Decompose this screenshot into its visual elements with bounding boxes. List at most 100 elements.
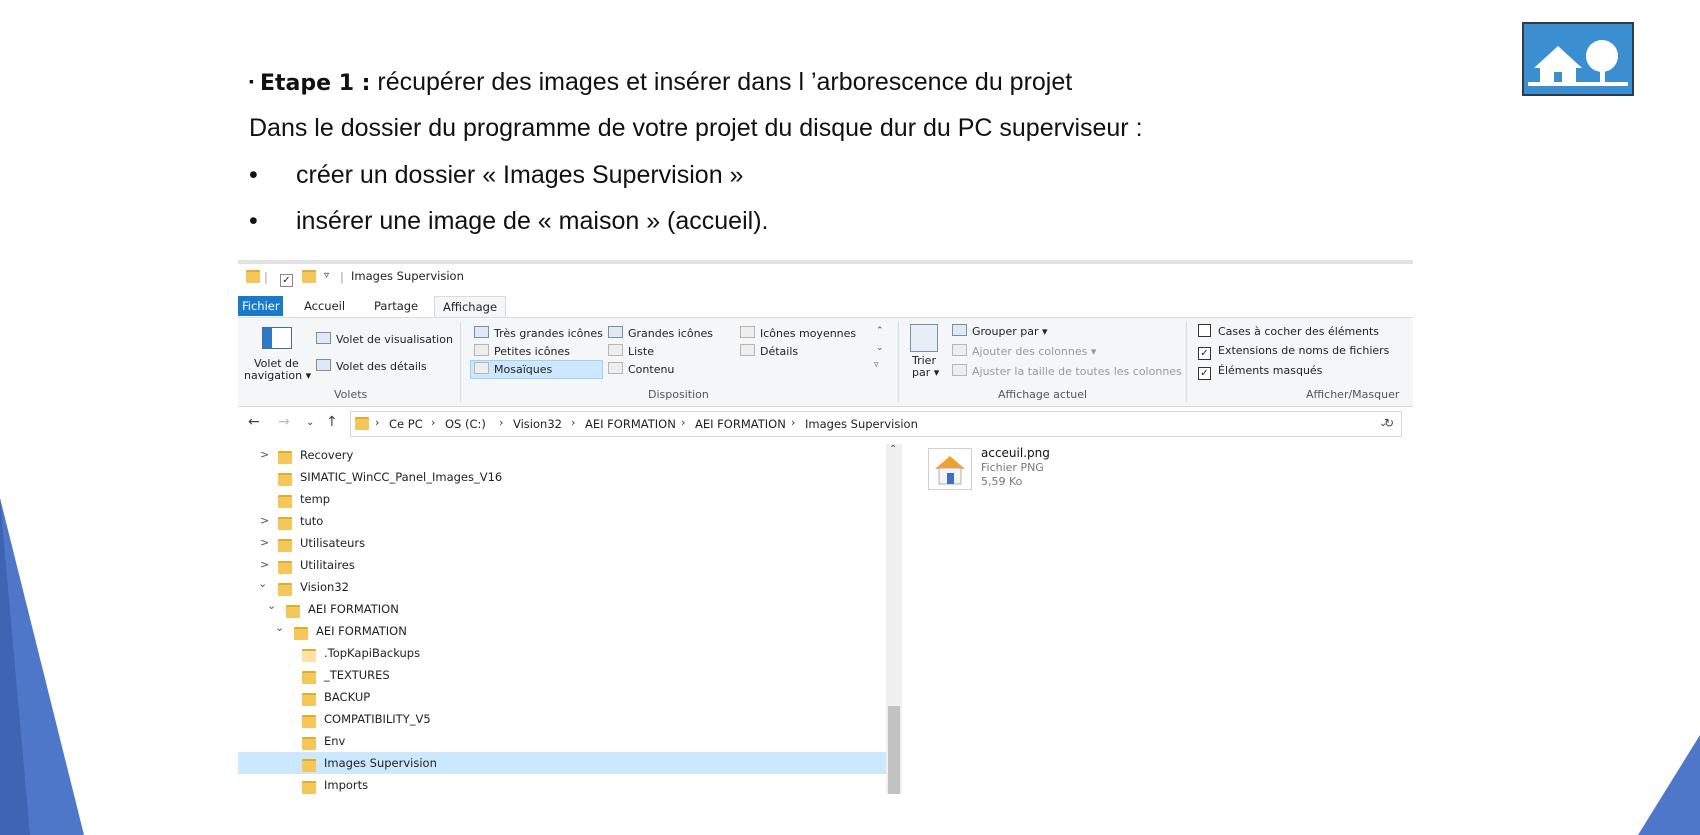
layout-list[interactable]: Liste [608, 344, 654, 358]
chevron-right-icon[interactable]: › [571, 416, 575, 429]
file-explorer-window: | ✓ ▿ | Images Supervision Fichier Accue… [238, 260, 1413, 799]
scroll-up-icon[interactable]: ⌃ [876, 326, 884, 336]
tree-item[interactable]: SIMATIC_WinCC_Panel_Images_V16 [238, 466, 886, 488]
layout-icon [474, 344, 489, 356]
sort-by-dropdown[interactable]: par ▾ [912, 366, 939, 379]
tree-item[interactable]: > Utilisateurs [238, 532, 886, 554]
bullet-dot-icon: • [249, 207, 258, 235]
up-arrow-icon[interactable]: ↑ [326, 414, 338, 430]
collapse-chevron-icon[interactable]: ⌄ [267, 595, 276, 617]
folder-icon [355, 417, 369, 433]
tree-item-label: .TopKapiBackups [324, 646, 421, 660]
layout-content[interactable]: Contenu [608, 362, 674, 376]
title-bar: | ✓ ▿ | Images Supervision [238, 264, 1413, 288]
bullet-text: créer un dossier « Images Supervision » [296, 161, 744, 189]
layout-icon [740, 344, 755, 356]
layout-details[interactable]: Détails [740, 344, 798, 358]
chevron-right-icon[interactable]: › [499, 416, 503, 429]
breadcrumb-aei-formation-2[interactable]: AEI FORMATION [695, 417, 786, 431]
breadcrumb-ce-pc[interactable]: Ce PC [389, 417, 423, 431]
layout-small-icons[interactable]: Petites icônes [474, 344, 570, 358]
chevron-right-icon[interactable]: › [431, 416, 435, 429]
scrollbar-thumb[interactable] [888, 706, 900, 794]
tree-item-label: Utilitaires [300, 558, 355, 572]
tree-item-label: Recovery [300, 448, 354, 462]
address-bar-row: ← → ⌄ ↑ › Ce PC › OS (C:) › Vision32 › A… [238, 411, 1413, 437]
chevron-right-icon[interactable]: › [681, 416, 685, 429]
collapse-chevron-icon[interactable]: ⌄ [275, 617, 284, 639]
file-name: acceuil.png [981, 446, 1050, 460]
recent-locations-chevron-icon[interactable]: ⌄ [306, 417, 314, 428]
tree-item[interactable]: COMPATIBILITY_V5 [238, 708, 886, 730]
tree-item-label: SIMATIC_WinCC_Panel_Images_V16 [300, 470, 503, 484]
tab-accueil[interactable]: Accueil [296, 296, 353, 316]
tree-item[interactable]: temp [238, 488, 886, 510]
tree-item[interactable]: > Recovery [238, 444, 886, 466]
bullet-item: • insérer une image de « maison » (accuei… [249, 207, 768, 236]
tree-item[interactable]: ⌄ AEI FORMATION [238, 598, 886, 620]
tree-item[interactable]: > Utilitaires [238, 554, 886, 576]
file-extensions-toggle[interactable]: ✓ Extensions de noms de fichiers [1198, 344, 1389, 360]
expand-chevron-icon[interactable]: > [260, 444, 269, 466]
layout-icon [740, 326, 755, 338]
preview-pane-button[interactable]: Volet de visualisation [316, 332, 453, 346]
layout-medium-icons[interactable]: Icônes moyennes [740, 326, 856, 340]
tree-item-label: Env [324, 734, 346, 748]
ribbon-divider [460, 322, 461, 402]
breadcrumb-aei-formation[interactable]: AEI FORMATION [585, 417, 676, 431]
tree-item[interactable]: Imports [238, 774, 886, 796]
layout-extra-large-icons[interactable]: Très grandes icônes [474, 326, 603, 340]
tree-item[interactable]: ⌄ AEI FORMATION [238, 620, 886, 642]
file-type: Fichier PNG [981, 461, 1044, 474]
tree-item[interactable]: > tuto [238, 510, 886, 532]
address-bar[interactable]: › Ce PC › OS (C:) › Vision32 › AEI FORMA… [350, 411, 1402, 437]
tree-item[interactable]: BACKUP [238, 686, 886, 708]
ribbon-tabs: Fichier Accueil Partage Affichage [238, 296, 1413, 317]
tree-item-label: AEI FORMATION [308, 602, 399, 616]
tree-item[interactable]: Env [238, 730, 886, 752]
group-label-affichage-actuel: Affichage actuel [998, 388, 1088, 401]
tab-affichage[interactable]: Affichage [434, 296, 507, 317]
item-checkboxes-toggle[interactable]: Cases à cocher des éléments [1198, 324, 1379, 338]
tab-partage[interactable]: Partage [366, 296, 426, 316]
breadcrumb-os-c[interactable]: OS (C:) [445, 417, 486, 431]
properties-quick-access-icon[interactable]: ✓ [280, 270, 300, 287]
breadcrumb-images-supervision[interactable]: Images Supervision [805, 417, 918, 431]
navigation-pane-icon [262, 327, 292, 349]
chevron-right-icon[interactable]: › [791, 416, 795, 429]
scroll-up-icon[interactable]: ⌃ [889, 444, 897, 455]
fit-columns-button: Ajuster la taille de toutes les colonnes [952, 364, 1182, 378]
folder-icon [246, 270, 260, 286]
tree-item[interactable]: .TopKapiBackups [238, 642, 886, 664]
tree-item-label: Vision32 [300, 580, 349, 594]
fit-columns-icon [952, 364, 967, 376]
tree-item[interactable]: ⌄ Vision32 [238, 576, 886, 598]
customize-quick-access-icon[interactable]: ▿ [324, 270, 329, 281]
expand-chevron-icon[interactable]: > [260, 532, 269, 554]
tree-item[interactable]: _TEXTURES [238, 664, 886, 686]
expand-chevron-icon[interactable]: > [260, 510, 269, 532]
file-tile[interactable]: acceuil.png Fichier PNG 5,59 Ko [928, 446, 1068, 496]
tree-item-selected[interactable]: Images Supervision [238, 752, 886, 774]
new-folder-quick-access-icon[interactable] [302, 270, 316, 286]
layout-icon [474, 326, 489, 338]
layout-icon [474, 362, 489, 374]
tree-scrollbar[interactable]: ⌃ [886, 444, 902, 794]
hidden-items-toggle[interactable]: ✓ Éléments masqués [1198, 364, 1322, 380]
navigation-pane-dropdown[interactable]: navigation ▾ [244, 369, 311, 382]
details-pane-button[interactable]: Volet des détails [316, 359, 427, 373]
tab-fichier[interactable]: Fichier [238, 296, 283, 316]
breadcrumb-vision32[interactable]: Vision32 [513, 417, 562, 431]
group-by-button[interactable]: Grouper par ▾ [952, 324, 1048, 338]
layout-large-icons[interactable]: Grandes icônes [608, 326, 713, 340]
scroll-down-icon[interactable]: ⌄ [876, 343, 884, 353]
layout-tiles[interactable]: Mosaïques [470, 360, 603, 379]
sort-by-icon [910, 324, 938, 352]
ribbon-divider [898, 322, 899, 402]
png-file-house-icon [928, 448, 972, 490]
expand-gallery-icon[interactable]: ▿ [874, 360, 879, 370]
chevron-right-icon[interactable]: › [375, 416, 379, 429]
back-arrow-icon[interactable]: ← [248, 414, 260, 430]
collapse-chevron-icon[interactable]: ⌄ [258, 573, 267, 595]
refresh-icon[interactable]: ↻ [1384, 416, 1394, 430]
